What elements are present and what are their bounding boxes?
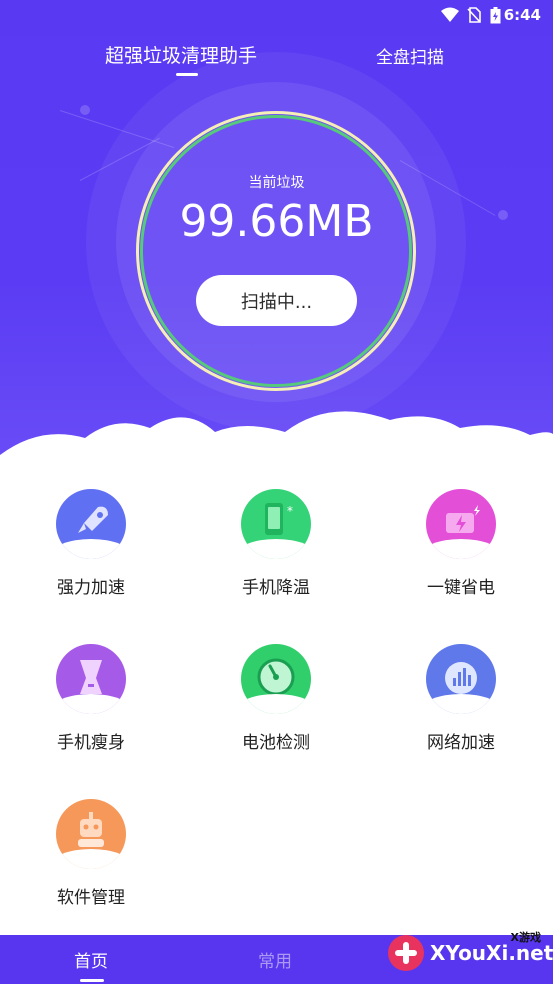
feature-label: 手机降温 [242, 578, 310, 598]
watermark-logo-icon [388, 935, 424, 971]
feature-label: 软件管理 [57, 888, 125, 908]
scan-ring-inner [140, 115, 412, 387]
nav-active-indicator [80, 979, 104, 982]
feature-boost[interactable]: 强力加速 [26, 489, 156, 598]
feature-battery-check[interactable]: 电池检测 [211, 644, 341, 753]
watermark-text: XYouXi.net [430, 941, 553, 965]
robot-icon [56, 799, 126, 869]
cloud-divider [0, 411, 553, 490]
status-bar: 6:44 [0, 0, 553, 30]
nav-home[interactable]: 首页 [74, 947, 108, 972]
svg-text:*: * [287, 504, 293, 518]
feature-cool[interactable]: * 手机降温 [211, 489, 341, 598]
signal-bars-icon [426, 644, 496, 714]
battery-charging-icon [490, 7, 501, 24]
tab-cleaner[interactable]: 超强垃圾清理助手 [105, 41, 257, 68]
feature-label: 手机瘦身 [57, 733, 125, 753]
junk-label: 当前垃圾 [248, 175, 305, 191]
junk-size-value: 99.66MB [179, 196, 374, 247]
scan-button[interactable]: 扫描中... [196, 275, 357, 326]
feature-app-manager[interactable]: 软件管理 [26, 799, 156, 908]
no-sim-icon [467, 7, 481, 23]
thermometer-phone-icon: * [241, 489, 311, 559]
tab-full-scan[interactable]: 全盘扫描 [376, 43, 444, 68]
clock: 6:44 [503, 6, 541, 24]
slim-phone-icon [56, 644, 126, 714]
decor-dot [80, 105, 90, 115]
feature-power-save[interactable]: 一键省电 [396, 489, 526, 598]
active-tab-indicator [176, 73, 198, 76]
battery-bolt-icon [426, 489, 496, 559]
feature-label: 一键省电 [427, 578, 495, 598]
watermark: X游戏 XYouXi.net [380, 925, 553, 984]
nav-common[interactable]: 常用 [258, 947, 292, 972]
rocket-icon [56, 489, 126, 559]
feature-network-boost[interactable]: 网络加速 [396, 644, 526, 753]
feature-slim[interactable]: 手机瘦身 [26, 644, 156, 753]
feature-label: 电池检测 [242, 733, 310, 753]
gauge-icon [241, 644, 311, 714]
feature-label: 网络加速 [427, 733, 495, 753]
wifi-icon [441, 7, 459, 22]
feature-label: 强力加速 [57, 578, 125, 598]
